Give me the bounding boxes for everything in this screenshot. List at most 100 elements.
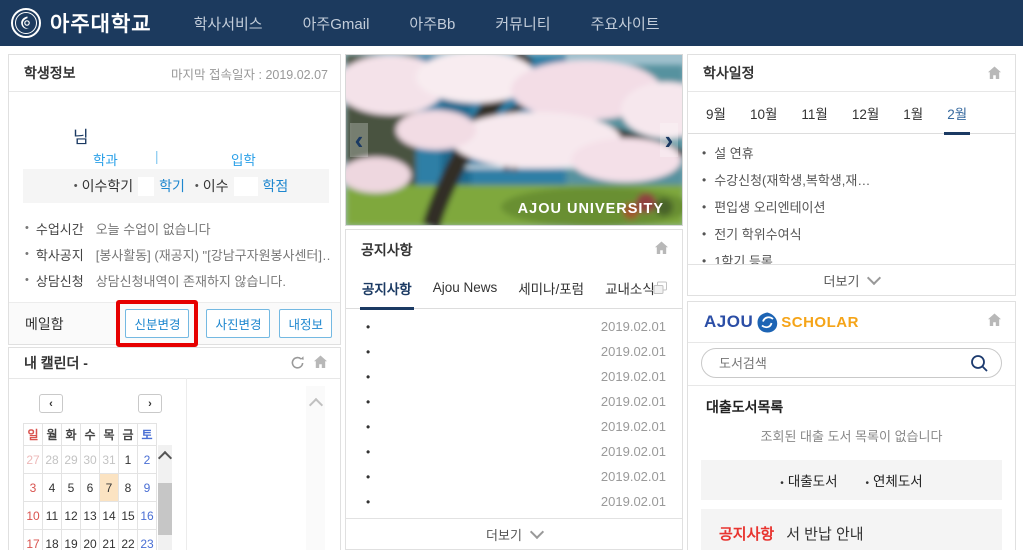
schedule-item[interactable]: •편입생 오리엔테이션 [688,193,1015,220]
scroll-up-icon[interactable] [158,451,172,465]
mail-action-button[interactable]: 내정보 [279,309,332,338]
nav-menu-item[interactable]: 커뮤니티 [495,13,550,34]
search-icon[interactable] [970,354,989,373]
calendar-day[interactable]: 12 [62,502,81,530]
mail-action-button[interactable]: 사진변경 [206,309,270,338]
mail-button-wrap: 사진변경 [206,309,270,338]
loan-tab[interactable]: •대출도서 [780,470,837,490]
calendar-day[interactable]: 11 [43,502,62,530]
book-search-input[interactable] [717,355,970,372]
open-window-icon[interactable] [653,281,668,295]
calendar-day[interactable]: 9 [138,474,157,502]
month-tab[interactable]: 2월 [947,103,967,123]
agenda-scrollbar[interactable] [306,386,325,550]
status-value[interactable]: 오늘 수업이 없습니다 [96,219,211,238]
brand[interactable]: 아주대학교 [10,7,152,39]
library-notice-label[interactable]: 공지사항 [719,523,774,544]
home-icon[interactable] [987,66,1002,80]
carousel-prev-button[interactable]: ‹ [350,123,368,157]
calendar-day[interactable]: 14 [100,502,119,530]
nav-menu-item[interactable]: 아주Gmail [303,13,370,34]
month-tab[interactable]: 12월 [852,103,879,123]
chevron-down-icon [867,271,881,285]
calendar-day[interactable]: 5 [62,474,81,502]
schedule-item[interactable]: •전기 학위수여식 [688,220,1015,247]
nav-menu-item[interactable]: 주요사이트 [591,13,660,34]
calendar-day[interactable]: 28 [43,446,62,474]
notice-tab[interactable]: 공지사항 [362,278,412,300]
notice-item[interactable]: •2019.02.01 [346,364,682,389]
home-icon[interactable] [313,355,328,369]
scroll-up-icon[interactable] [308,398,322,412]
brand-title[interactable]: 아주대학교 [50,8,152,38]
notice-item[interactable]: •2019.02.01 [346,414,682,439]
status-value[interactable]: [봉사활동] (재공지) "[강남구자원봉사센터]… [96,245,330,264]
calendar-day[interactable]: 19 [62,530,81,550]
notice-tab[interactable]: Ajou News [433,280,498,297]
notice-item[interactable]: •2019.02.01 [346,464,682,489]
schedule-more-button[interactable]: 더보기 [688,264,1015,295]
bullet-icon: • [366,470,370,484]
department-link[interactable]: 학과 [93,149,118,169]
calendar-day[interactable]: 23 [138,530,157,550]
credits-unit[interactable]: 학점 [263,176,289,196]
calendar-day[interactable]: 27 [24,446,43,474]
calendar-day[interactable]: 1 [119,446,138,474]
carousel-next-button[interactable]: › [660,123,678,157]
calendar-day[interactable]: 6 [81,474,100,502]
notice-item[interactable]: •2019.02.01 [346,314,682,339]
notice-item[interactable]: •2019.02.01 [346,389,682,414]
calendar-day[interactable]: 3 [24,474,43,502]
schedule-item[interactable]: •수강신청(재학생,복학생,재… [688,166,1015,193]
schedule-item[interactable]: •설 연휴 [688,139,1015,166]
nav-menu-item[interactable]: 아주Bb [409,13,455,34]
calendar-day[interactable]: 16 [138,502,157,530]
status-value[interactable]: 상담신청내역이 존재하지 않습니다. [96,271,286,290]
notice-item[interactable]: •2019.02.01 [346,339,682,364]
calendar-day[interactable]: 31 [100,446,119,474]
home-icon[interactable] [987,313,1002,327]
bullet-icon: • [866,478,870,489]
calendar-day[interactable]: 17 [24,530,43,550]
mail-action-button[interactable]: 신분변경 [125,309,189,338]
notice-tab[interactable]: 교내소식 [605,278,655,300]
admission-link[interactable]: 입학 [231,149,256,169]
notice-item[interactable]: •2019.02.01 [346,439,682,464]
calendar-day[interactable]: 8 [119,474,138,502]
notice-more-button[interactable]: 더보기 [346,518,682,549]
status-label: 상담신청 [36,271,84,290]
home-icon[interactable] [654,241,669,255]
calendar-day[interactable]: 18 [43,530,62,550]
calendar-day[interactable]: 10 [24,502,43,530]
calendar-day[interactable]: 7 [100,474,119,502]
calendar-day[interactable]: 20 [81,530,100,550]
scrollbar-thumb[interactable] [158,483,172,535]
mailbox-link[interactable]: 메일함 [25,314,64,334]
calendar-day[interactable]: 15 [119,502,138,530]
calendar-next-button[interactable]: › [138,394,162,413]
calendar-day[interactable]: 29 [62,446,81,474]
semesters-unit[interactable]: 학기 [159,176,185,196]
calendar-day[interactable]: 4 [43,474,62,502]
loan-tab[interactable]: •연체도서 [866,470,923,490]
month-tab[interactable]: 9월 [706,103,726,123]
refresh-icon[interactable] [290,355,305,370]
bullet-icon: • [25,222,29,234]
calendar-day-name: 수 [81,424,100,446]
nav-menu-item[interactable]: 학사서비스 [194,13,263,34]
calendar-prev-button[interactable]: ‹ [39,394,63,413]
calendar-day[interactable]: 22 [119,530,138,550]
notice-tab[interactable]: 세미나/포럼 [518,278,584,300]
notice-item[interactable]: •2019.02.01 [346,489,682,514]
calendar-day[interactable]: 13 [81,502,100,530]
scholar-logo[interactable]: AJOU SCHOLAR [704,312,859,333]
month-tab[interactable]: 11월 [801,103,827,123]
month-tab[interactable]: 10월 [750,103,777,123]
calendar-scrollbar[interactable] [158,445,172,550]
month-tab[interactable]: 1월 [903,103,923,123]
calendar-day[interactable]: 2 [138,446,157,474]
student-panel-header: 학생정보 마지막 접속일자 : 2019.02.07 [9,55,340,92]
library-notice-text[interactable]: 서 반납 안내 [786,523,863,544]
calendar-day[interactable]: 30 [81,446,100,474]
calendar-day[interactable]: 21 [100,530,119,550]
